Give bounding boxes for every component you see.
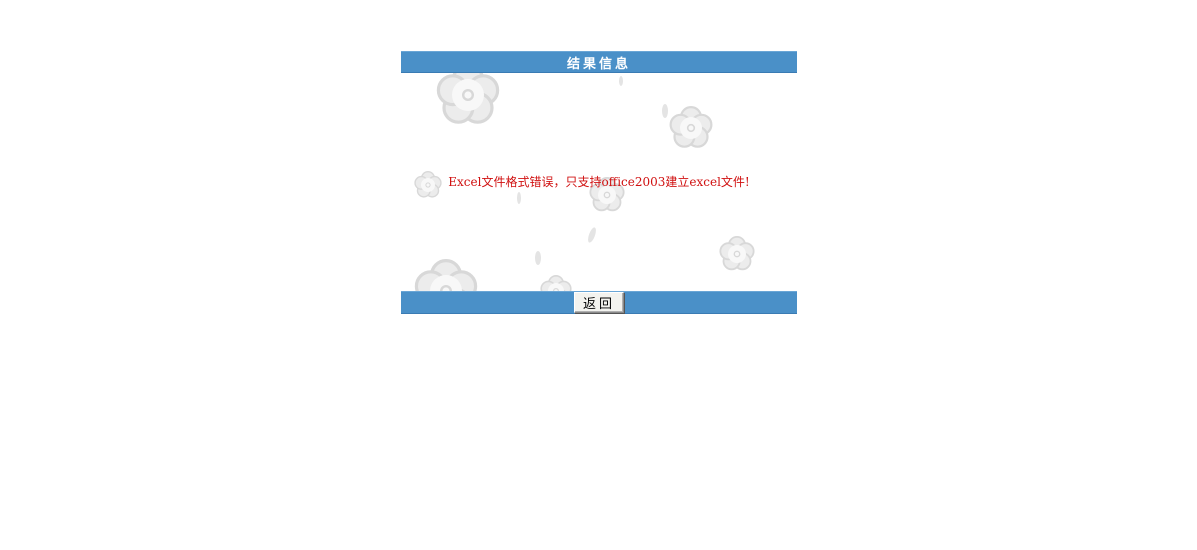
error-message: Excel文件格式错误，只支持office2003建立excel文件! [448,175,750,189]
header-bar: 结果信息 [401,51,797,73]
flower-icon [414,259,478,291]
footer-bar: 返回 [401,291,797,314]
flower-icon [719,235,755,271]
flower-icon [540,274,572,291]
flower-icon [436,73,500,124]
result-panel: 结果信息 Excel文件格式错误，只支持office2003建立excel文件!… [401,51,797,314]
message-area: Excel文件格式错误，只支持office2003建立excel文件! [401,73,797,291]
back-button[interactable]: 返回 [573,291,624,313]
flower-icon [669,105,713,148]
panel-title: 结果信息 [566,56,631,72]
